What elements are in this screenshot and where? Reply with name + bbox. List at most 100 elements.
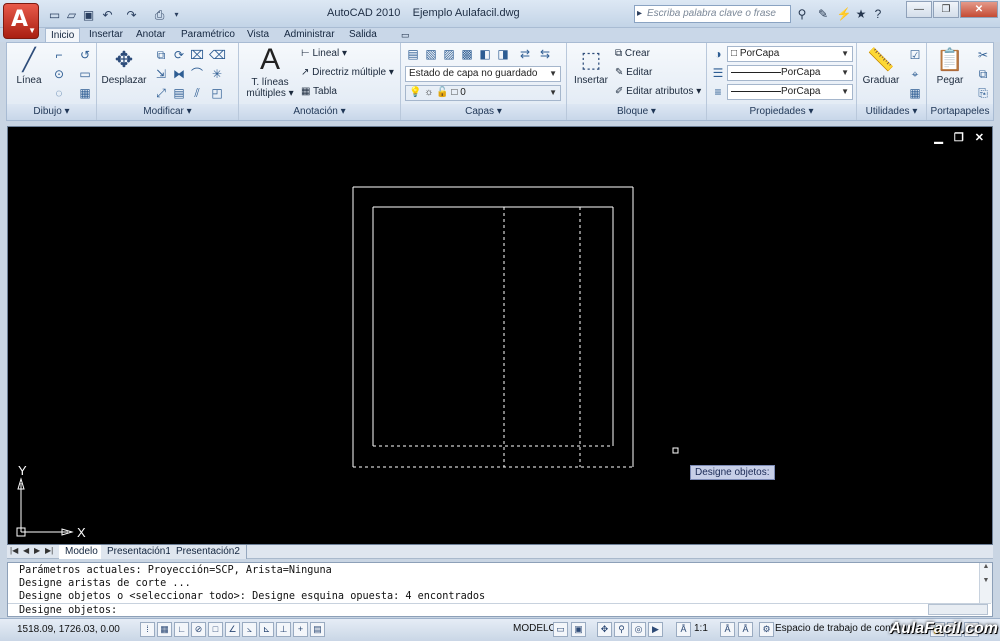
arc-icon[interactable]: ↺ [77, 47, 93, 63]
pan-icon[interactable]: ✥ [597, 622, 612, 637]
id-point-icon[interactable]: ⌖ [907, 66, 923, 82]
tab-inicio[interactable]: Inicio [45, 28, 81, 42]
layer-off-icon[interactable]: ◧ [477, 46, 493, 62]
panel-dibujo-title[interactable]: Dibujo ▾ [7, 104, 96, 120]
save-icon[interactable]: ▣ [80, 6, 97, 24]
annotation-visibility-icon[interactable]: Å [720, 622, 735, 637]
snap-mode-icon[interactable]: ⁞ [140, 622, 155, 637]
copy-icon[interactable]: ⧉ [153, 47, 169, 63]
layer-match-icon[interactable]: ⇄ [517, 46, 533, 62]
panel-utilidades-title[interactable]: Utilidades ▾ [857, 104, 926, 120]
cut-icon[interactable]: ✂ [975, 47, 991, 63]
close-button[interactable]: ✕ [960, 1, 998, 18]
edit-polyline-icon[interactable]: ◰ [209, 85, 225, 101]
circle-icon[interactable]: ⊙ [51, 66, 67, 82]
polyline-icon[interactable]: ⌐ [51, 47, 67, 63]
color-dropdown[interactable]: □ PorCapa ▼ [727, 46, 853, 62]
layer-properties-icon[interactable]: ▤ [405, 46, 421, 62]
layer-state-dropdown[interactable]: Estado de capa no guardado ▼ [405, 66, 561, 82]
lineweight-dropdown[interactable]: PorCapa ▼ [727, 84, 853, 100]
layer-unisolate-icon[interactable]: ▩ [459, 46, 475, 62]
dynamic-input-icon[interactable]: ⊥ [276, 622, 291, 637]
allow-dynamic-ucs-icon[interactable]: ⊾ [259, 622, 274, 637]
fillet-icon[interactable]: ⌒ [189, 66, 205, 82]
layer-dropdown[interactable]: 💡 ☼ 🔓 □ 0 ▼ [405, 85, 561, 101]
paste-button[interactable]: 📋 Pegar [929, 47, 971, 86]
3d-object-snap-icon[interactable]: ∠ [225, 622, 240, 637]
object-snap-tracking-icon[interactable]: ⦣ [242, 622, 257, 637]
qat-dropdown-icon[interactable]: ▾ [168, 6, 185, 24]
undo-icon[interactable]: ↶ [99, 6, 116, 24]
command-line-window[interactable]: Parámetros actuales: Proyección=SCP, Ari… [7, 562, 993, 617]
match-properties-icon[interactable]: ◑ [710, 46, 726, 62]
application-menu-button[interactable]: A ▼ [3, 3, 39, 39]
rectangle-icon[interactable]: ▭ [77, 66, 93, 82]
first-layout-icon[interactable]: |◀ [10, 546, 18, 555]
zoom-icon[interactable]: ⚲ [614, 622, 629, 637]
new-file-icon[interactable]: ▭ [46, 6, 63, 24]
command-scrollbar[interactable]: ▲ ▼ [979, 563, 992, 603]
linear-dimension-button[interactable]: ⊢ Lineal ▾ [301, 48, 347, 59]
grid-display-icon[interactable]: ▦ [157, 622, 172, 637]
autoscale-icon[interactable]: Å [738, 622, 753, 637]
line-button[interactable]: ╱ Línea [11, 47, 47, 86]
next-layout-icon[interactable]: ▶ [34, 546, 40, 555]
insert-block-button[interactable]: ⬚ Insertar [570, 47, 612, 86]
redo-icon[interactable]: ↷ [123, 6, 140, 24]
quick-select-icon[interactable]: ☑ [907, 47, 923, 63]
tab-presentacion1[interactable]: Presentación1 [101, 545, 178, 559]
explode-icon[interactable]: ✳ [209, 66, 225, 82]
calculator-icon[interactable]: ▦ [907, 85, 923, 101]
copy-base-icon[interactable]: ⎘ [975, 85, 991, 101]
tab-vista[interactable]: Vista [242, 28, 274, 42]
ribbon-minimize-icon[interactable]: ▭ [396, 28, 415, 42]
object-snap-icon[interactable]: □ [208, 622, 223, 637]
showmotion-icon[interactable]: ▶ [648, 622, 663, 637]
quick-properties-icon[interactable]: ▤ [310, 622, 325, 637]
help-icon[interactable]: ? [870, 6, 886, 22]
array-icon[interactable]: ▤ [171, 85, 187, 101]
horizontal-scrollbar[interactable] [928, 604, 988, 615]
copy-clip-icon[interactable]: ⧉ [975, 66, 991, 82]
workspace-gear-icon[interactable]: ⚙ [759, 622, 774, 637]
multiline-text-button[interactable]: A T. líneas múltiples ▾ [243, 45, 297, 100]
subscription-icon[interactable]: ✎ [815, 6, 831, 22]
binoculars-icon[interactable]: ⚲ [794, 6, 810, 22]
mirror-icon[interactable]: ⧓ [171, 66, 187, 82]
layer-previous-icon[interactable]: ⇆ [537, 46, 553, 62]
rotate-icon[interactable]: ⟳ [171, 47, 187, 63]
tab-modelo[interactable]: Modelo [59, 545, 105, 559]
layer-state-icon[interactable]: ▧ [423, 46, 439, 62]
favorites-star-icon[interactable]: ★ [853, 6, 869, 22]
trim-icon[interactable]: ⌧ [189, 47, 205, 63]
polar-tracking-icon[interactable]: ⊘ [191, 622, 206, 637]
ortho-mode-icon[interactable]: ∟ [174, 622, 189, 637]
erase-icon[interactable]: ⌫ [209, 47, 226, 63]
panel-modificar-title[interactable]: Modificar ▾ [97, 104, 238, 120]
move-button[interactable]: ✥ Desplazar [101, 47, 147, 86]
quick-view-layouts-icon[interactable]: ▭ [553, 622, 568, 637]
lineweight-toggle-icon[interactable]: + [293, 622, 308, 637]
annotation-scale-icon[interactable]: Å [676, 622, 691, 637]
layer-isolate-icon[interactable]: ▨ [441, 46, 457, 62]
layer-freeze-icon[interactable]: ◨ [495, 46, 511, 62]
panel-capas-title[interactable]: Capas ▾ [401, 104, 566, 120]
tab-presentacion2[interactable]: Presentación2 [170, 545, 247, 559]
edit-block-button[interactable]: ✎ Editar [615, 67, 652, 78]
panel-anotacion-title[interactable]: Anotación ▾ [239, 104, 400, 120]
communication-center-icon[interactable]: ⚡ [836, 6, 852, 22]
multileader-button[interactable]: ↗ Directriz múltiple ▾ [301, 67, 394, 78]
minimize-button[interactable]: — [906, 1, 932, 18]
edit-attributes-button[interactable]: ✐ Editar atributos ▾ [615, 86, 701, 97]
panel-propiedades-title[interactable]: Propiedades ▾ [707, 104, 856, 120]
tab-parametrico[interactable]: Paramétrico [176, 28, 240, 42]
print-icon[interactable]: ⎙ [151, 6, 168, 24]
linetype-dropdown[interactable]: PorCapa ▼ [727, 65, 853, 81]
panel-bloque-title[interactable]: Bloque ▾ [567, 104, 706, 120]
command-input[interactable]: Designe objetos: [8, 603, 991, 617]
tab-insertar[interactable]: Insertar [84, 28, 128, 42]
restore-button[interactable]: ❐ [933, 1, 959, 18]
tab-anotar[interactable]: Anotar [131, 28, 170, 42]
previous-layout-icon[interactable]: ◀ [23, 546, 29, 555]
search-expand-icon[interactable]: ▸ [637, 8, 642, 19]
